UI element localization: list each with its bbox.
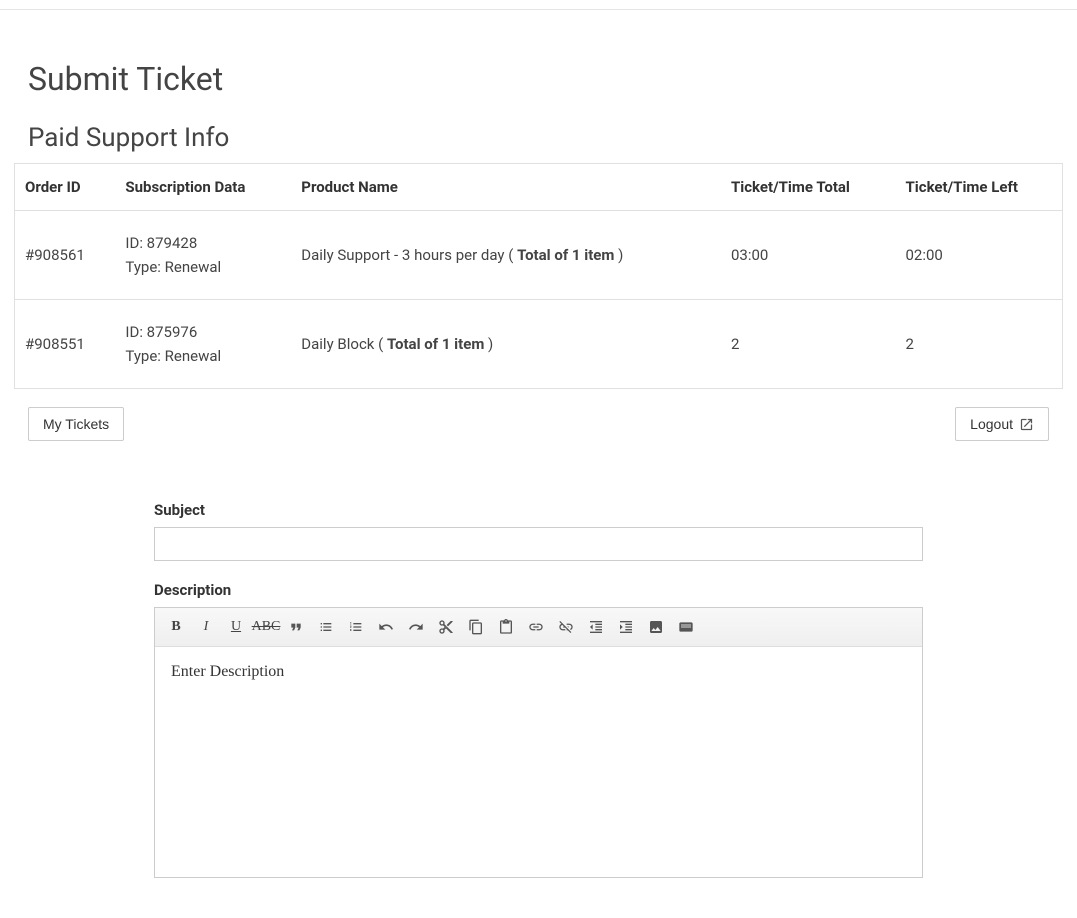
cell-product: Daily Support - 3 hours per day ( Total … [291,211,721,300]
cell-subscription: ID: 875976 Type: Renewal [115,300,291,389]
cell-product: Daily Block ( Total of 1 item ) [291,300,721,389]
keyboard-icon[interactable] [673,614,699,640]
outdent-icon[interactable] [583,614,609,640]
description-textarea[interactable]: Enter Description [155,647,922,877]
cell-total: 03:00 [721,211,896,300]
subject-label: Subject [154,501,923,519]
table-row: #908561 ID: 879428 Type: Renewal Daily S… [15,211,1063,300]
my-tickets-button[interactable]: My Tickets [28,407,124,441]
cell-left: 2 [895,300,1062,389]
section-title: Paid Support Info [28,123,1063,153]
subject-input[interactable] [154,527,923,561]
editor-toolbar: B I U ABC [155,608,922,647]
unlink-icon[interactable] [553,614,579,640]
cell-left: 02:00 [895,211,1062,300]
cell-total: 2 [721,300,896,389]
copy-icon[interactable] [463,614,489,640]
strikethrough-icon[interactable]: ABC [253,614,279,640]
blockquote-icon[interactable] [283,614,309,640]
col-subscription: Subscription Data [115,164,291,211]
italic-icon[interactable]: I [193,614,219,640]
description-editor: B I U ABC [154,607,923,878]
underline-icon[interactable]: U [223,614,249,640]
description-label: Description [154,581,923,599]
col-left: Ticket/Time Left [895,164,1062,211]
image-icon[interactable] [643,614,669,640]
external-link-icon [1019,417,1034,432]
undo-icon[interactable] [373,614,399,640]
bullet-list-icon[interactable] [313,614,339,640]
indent-icon[interactable] [613,614,639,640]
col-order-id: Order ID [15,164,116,211]
col-product: Product Name [291,164,721,211]
cell-order-id: #908561 [15,211,116,300]
cell-subscription: ID: 879428 Type: Renewal [115,211,291,300]
cell-order-id: #908551 [15,300,116,389]
col-total: Ticket/Time Total [721,164,896,211]
paste-icon[interactable] [493,614,519,640]
logout-button[interactable]: Logout [955,407,1049,441]
numbered-list-icon[interactable] [343,614,369,640]
link-icon[interactable] [523,614,549,640]
top-divider [0,0,1077,10]
table-row: #908551 ID: 875976 Type: Renewal Daily B… [15,300,1063,389]
redo-icon[interactable] [403,614,429,640]
bold-icon[interactable]: B [163,614,189,640]
page-title: Submit Ticket [28,60,1063,98]
cut-icon[interactable] [433,614,459,640]
support-info-table: Order ID Subscription Data Product Name … [14,163,1063,389]
